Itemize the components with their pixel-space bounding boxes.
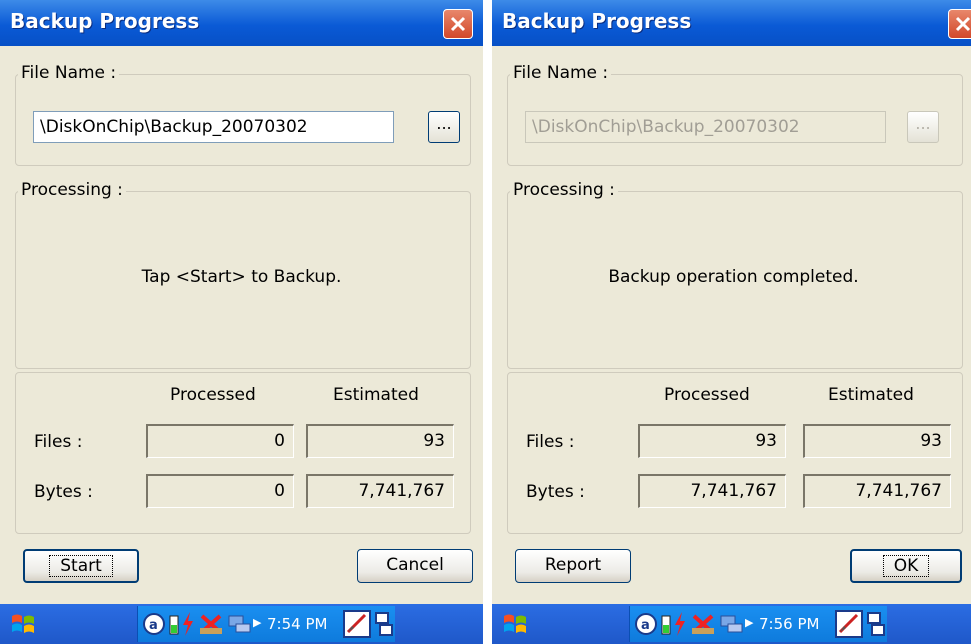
- estimated-header: Estimated: [333, 385, 419, 405]
- report-button[interactable]: Report: [515, 549, 631, 583]
- taskbar: a ▶ 7:56 PM: [492, 604, 971, 644]
- files-label: Files :: [34, 432, 83, 452]
- cancel-button[interactable]: Cancel: [357, 549, 473, 583]
- bytes-estimated-value: 7,741,767: [306, 474, 454, 508]
- battery-icon[interactable]: [168, 612, 180, 636]
- window-title: Backup Progress: [10, 9, 200, 33]
- close-button[interactable]: [443, 9, 473, 39]
- sync-icon[interactable]: [226, 612, 252, 636]
- ok-button[interactable]: OK: [850, 549, 962, 583]
- file-path-input[interactable]: \DiskOnChip\Backup_20070302: [33, 111, 394, 143]
- title-bar: Backup Progress: [0, 0, 483, 46]
- browse-button[interactable]: ...: [428, 111, 460, 143]
- start-menu-icon[interactable]: [502, 612, 528, 636]
- browse-button: ...: [907, 111, 939, 143]
- svg-text:a: a: [149, 618, 158, 633]
- start-button-label: Start: [49, 555, 113, 577]
- report-button-label: Report: [544, 555, 602, 575]
- clock[interactable]: 7:56 PM: [759, 615, 819, 633]
- sync-icon[interactable]: [718, 612, 744, 636]
- window-switch-icon[interactable]: [374, 610, 394, 638]
- network-icon[interactable]: [690, 612, 716, 636]
- close-icon: [450, 16, 466, 32]
- cancel-button-label: Cancel: [386, 555, 444, 575]
- connectivity-icon[interactable]: a: [142, 612, 166, 636]
- file-name-label: File Name :: [18, 63, 120, 83]
- start-menu-icon[interactable]: [10, 612, 36, 636]
- estimated-header: Estimated: [828, 385, 914, 405]
- power-icon[interactable]: [181, 611, 195, 637]
- processed-header: Processed: [170, 385, 256, 405]
- battery-icon[interactable]: [660, 612, 672, 636]
- start-button[interactable]: Start: [23, 549, 139, 583]
- status-message: Backup operation completed.: [608, 267, 859, 287]
- backup-dialog-right: Backup Progress File Name : \DiskOnChip\…: [492, 0, 971, 644]
- bytes-processed-value: 7,741,767: [638, 474, 786, 508]
- files-estimated-value: 93: [803, 424, 951, 458]
- system-tray: a ▶ 7:56 PM: [629, 606, 887, 642]
- bytes-processed-value: 0: [146, 474, 294, 508]
- bytes-label: Bytes :: [34, 482, 93, 502]
- processing-label: Processing :: [18, 180, 126, 200]
- close-button[interactable]: [948, 9, 971, 39]
- files-processed-value: 0: [146, 424, 294, 458]
- tray-expand-icon[interactable]: ▶: [745, 616, 753, 629]
- status-message: Tap <Start> to Backup.: [141, 267, 342, 287]
- system-tray: a ▶ 7:54 PM: [137, 606, 395, 642]
- window-title: Backup Progress: [502, 9, 692, 33]
- file-name-label: File Name :: [510, 63, 612, 83]
- files-estimated-value: 93: [306, 424, 454, 458]
- connectivity-icon[interactable]: a: [634, 612, 658, 636]
- clock[interactable]: 7:54 PM: [267, 615, 327, 633]
- input-panel-icon[interactable]: [343, 610, 371, 638]
- files-label: Files :: [526, 432, 575, 452]
- title-bar: Backup Progress: [492, 0, 971, 46]
- taskbar: a ▶ 7:54 PM: [0, 604, 483, 644]
- processed-header: Processed: [664, 385, 750, 405]
- network-icon[interactable]: [198, 612, 224, 636]
- close-icon: [955, 16, 971, 32]
- processing-label: Processing :: [510, 180, 618, 200]
- files-processed-value: 93: [638, 424, 786, 458]
- input-panel-icon[interactable]: [835, 610, 863, 638]
- window-switch-icon[interactable]: [866, 610, 886, 638]
- bytes-label: Bytes :: [526, 482, 585, 502]
- ok-button-label: OK: [882, 555, 930, 577]
- file-path-input: \DiskOnChip\Backup_20070302: [525, 111, 886, 143]
- power-icon[interactable]: [673, 611, 687, 637]
- svg-text:a: a: [641, 618, 650, 633]
- backup-dialog-left: Backup Progress File Name : \DiskOnChip\…: [0, 0, 483, 644]
- bytes-estimated-value: 7,741,767: [803, 474, 951, 508]
- tray-expand-icon[interactable]: ▶: [253, 616, 261, 629]
